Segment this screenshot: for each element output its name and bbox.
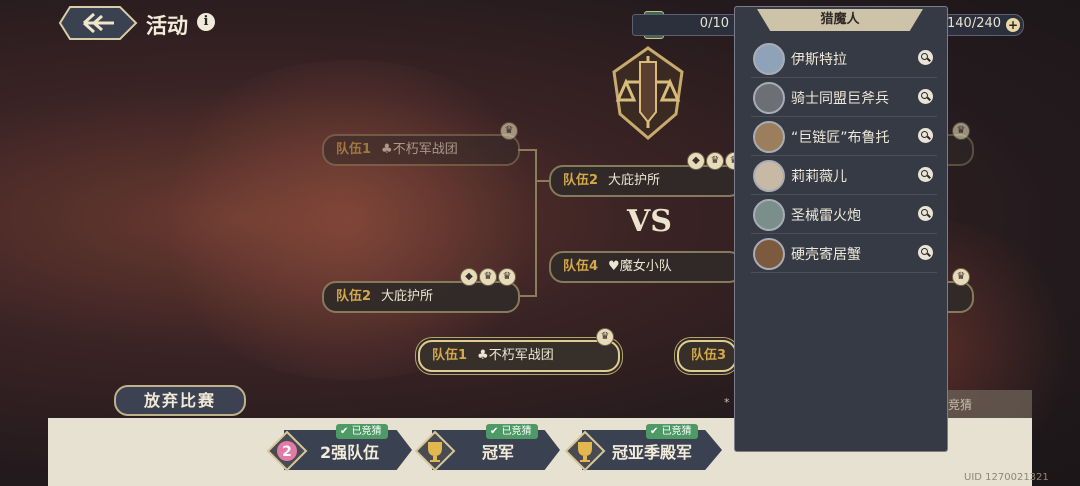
list-item[interactable]: “巨链匠”布鲁托: [751, 117, 937, 156]
item-name: 骑士同盟巨斧兵: [791, 91, 889, 107]
trophy-icon: ♛: [498, 268, 516, 286]
team-label: 队伍4: [563, 259, 599, 274]
list-item[interactable]: 伊斯特拉: [751, 39, 937, 78]
final-slot-right[interactable]: 队伍3: [677, 340, 737, 372]
team-name: ♣不朽军战团: [381, 142, 458, 157]
diamond-icon: ◆: [687, 152, 705, 170]
page-title: 活动: [146, 14, 188, 38]
list-item[interactable]: 硬壳寄居蟹: [751, 234, 937, 273]
avatar: [753, 121, 785, 153]
team-label: 队伍3: [691, 348, 727, 363]
tab-top3[interactable]: 冠亚季殿军 ✔ 已竞猜: [564, 424, 724, 472]
guessed-badge: ✔ 已竞猜: [336, 424, 388, 439]
info-icon[interactable]: i: [197, 13, 215, 31]
list-item[interactable]: 骑士同盟巨斧兵: [751, 78, 937, 117]
trophy-icon: [564, 430, 606, 472]
list-item[interactable]: 圣械雷火炮: [751, 195, 937, 234]
trophy-icon: ♛: [952, 122, 970, 140]
uid-label: UID 1270021321: [964, 472, 1049, 483]
team-name: ♥魔女小队: [608, 259, 672, 274]
tab-label: 冠军: [482, 443, 515, 462]
search-icon[interactable]: [918, 128, 933, 143]
search-icon[interactable]: [918, 50, 933, 65]
footer-note: *: [724, 396, 730, 409]
currency-text: 140/240: [947, 16, 1002, 31]
guess-label-area: 竞猜: [948, 390, 1032, 418]
trophy-icon: ♛: [596, 328, 614, 346]
tab-label: 2强队伍: [320, 443, 380, 462]
hunter-popup: 猎魔人 伊斯特拉 骑士同盟巨斧兵 “巨链匠”布鲁托 莉莉薇儿 圣械雷火炮 硬壳寄…: [734, 6, 948, 452]
search-icon[interactable]: [918, 167, 933, 182]
abandon-button[interactable]: 放弃比赛: [114, 385, 246, 416]
team-slot-mid-bottom[interactable]: 队伍4 ♥魔女小队: [549, 251, 743, 283]
popup-title: 猎魔人: [757, 9, 923, 31]
trophy-icon: ♛: [952, 268, 970, 286]
search-icon[interactable]: [918, 245, 933, 260]
rank-2-icon: 2: [266, 430, 308, 472]
team-label: 队伍1: [336, 142, 372, 157]
list-item[interactable]: 莉莉薇儿: [751, 156, 937, 195]
back-button[interactable]: [58, 4, 140, 42]
team-name: 大庇护所: [608, 173, 661, 188]
team-slot-left-top[interactable]: 队伍1 ♣不朽军战团: [322, 134, 520, 166]
svg-text:2: 2: [282, 444, 292, 460]
item-name: “巨链匠”布鲁托: [791, 130, 890, 146]
diamond-icon: ◆: [460, 268, 478, 286]
trophy-icon: ♛: [500, 122, 518, 140]
search-icon[interactable]: [918, 89, 933, 104]
guessed-badge: ✔ 已竞猜: [646, 424, 698, 439]
versus-label: VS: [627, 204, 672, 239]
trophy-icon: ♛: [479, 268, 497, 286]
currency-bar: 140/240 +: [944, 14, 1024, 36]
search-icon[interactable]: [918, 206, 933, 221]
emblem-icon: [604, 42, 692, 142]
avatar: [753, 238, 785, 270]
team-label: 队伍1: [432, 348, 468, 363]
avatar: [753, 199, 785, 231]
tab-label: 冠亚季殿军: [612, 443, 693, 462]
item-name: 莉莉薇儿: [791, 169, 847, 185]
avatar: [753, 43, 785, 75]
tab-champion[interactable]: 冠军 ✔ 已竞猜: [414, 424, 564, 472]
guess-counter: 0/10: [632, 14, 738, 36]
item-name: 圣械雷火炮: [791, 208, 861, 224]
final-slot-left[interactable]: 队伍1 ♣不朽军战团: [418, 340, 620, 372]
team-name: 大庇护所: [381, 289, 434, 304]
trophy-icon: [414, 430, 456, 472]
team-label: 队伍2: [563, 173, 599, 188]
tab-top2[interactable]: 2 2强队伍 ✔ 已竞猜: [266, 424, 416, 472]
avatar: [753, 82, 785, 114]
guessed-badge: ✔ 已竞猜: [486, 424, 538, 439]
item-name: 硬壳寄居蟹: [791, 247, 861, 263]
team-label: 队伍2: [336, 289, 372, 304]
add-currency-button[interactable]: +: [1006, 18, 1020, 32]
item-name: 伊斯特拉: [791, 52, 847, 68]
guess-counter-text: 0/10: [699, 16, 729, 31]
avatar: [753, 160, 785, 192]
team-slot-left-bottom[interactable]: 队伍2 大庇护所: [322, 281, 520, 313]
guess-label: 竞猜: [948, 398, 973, 412]
team-name: ♣不朽军战团: [477, 348, 554, 363]
trophy-icon: ♛: [706, 152, 724, 170]
